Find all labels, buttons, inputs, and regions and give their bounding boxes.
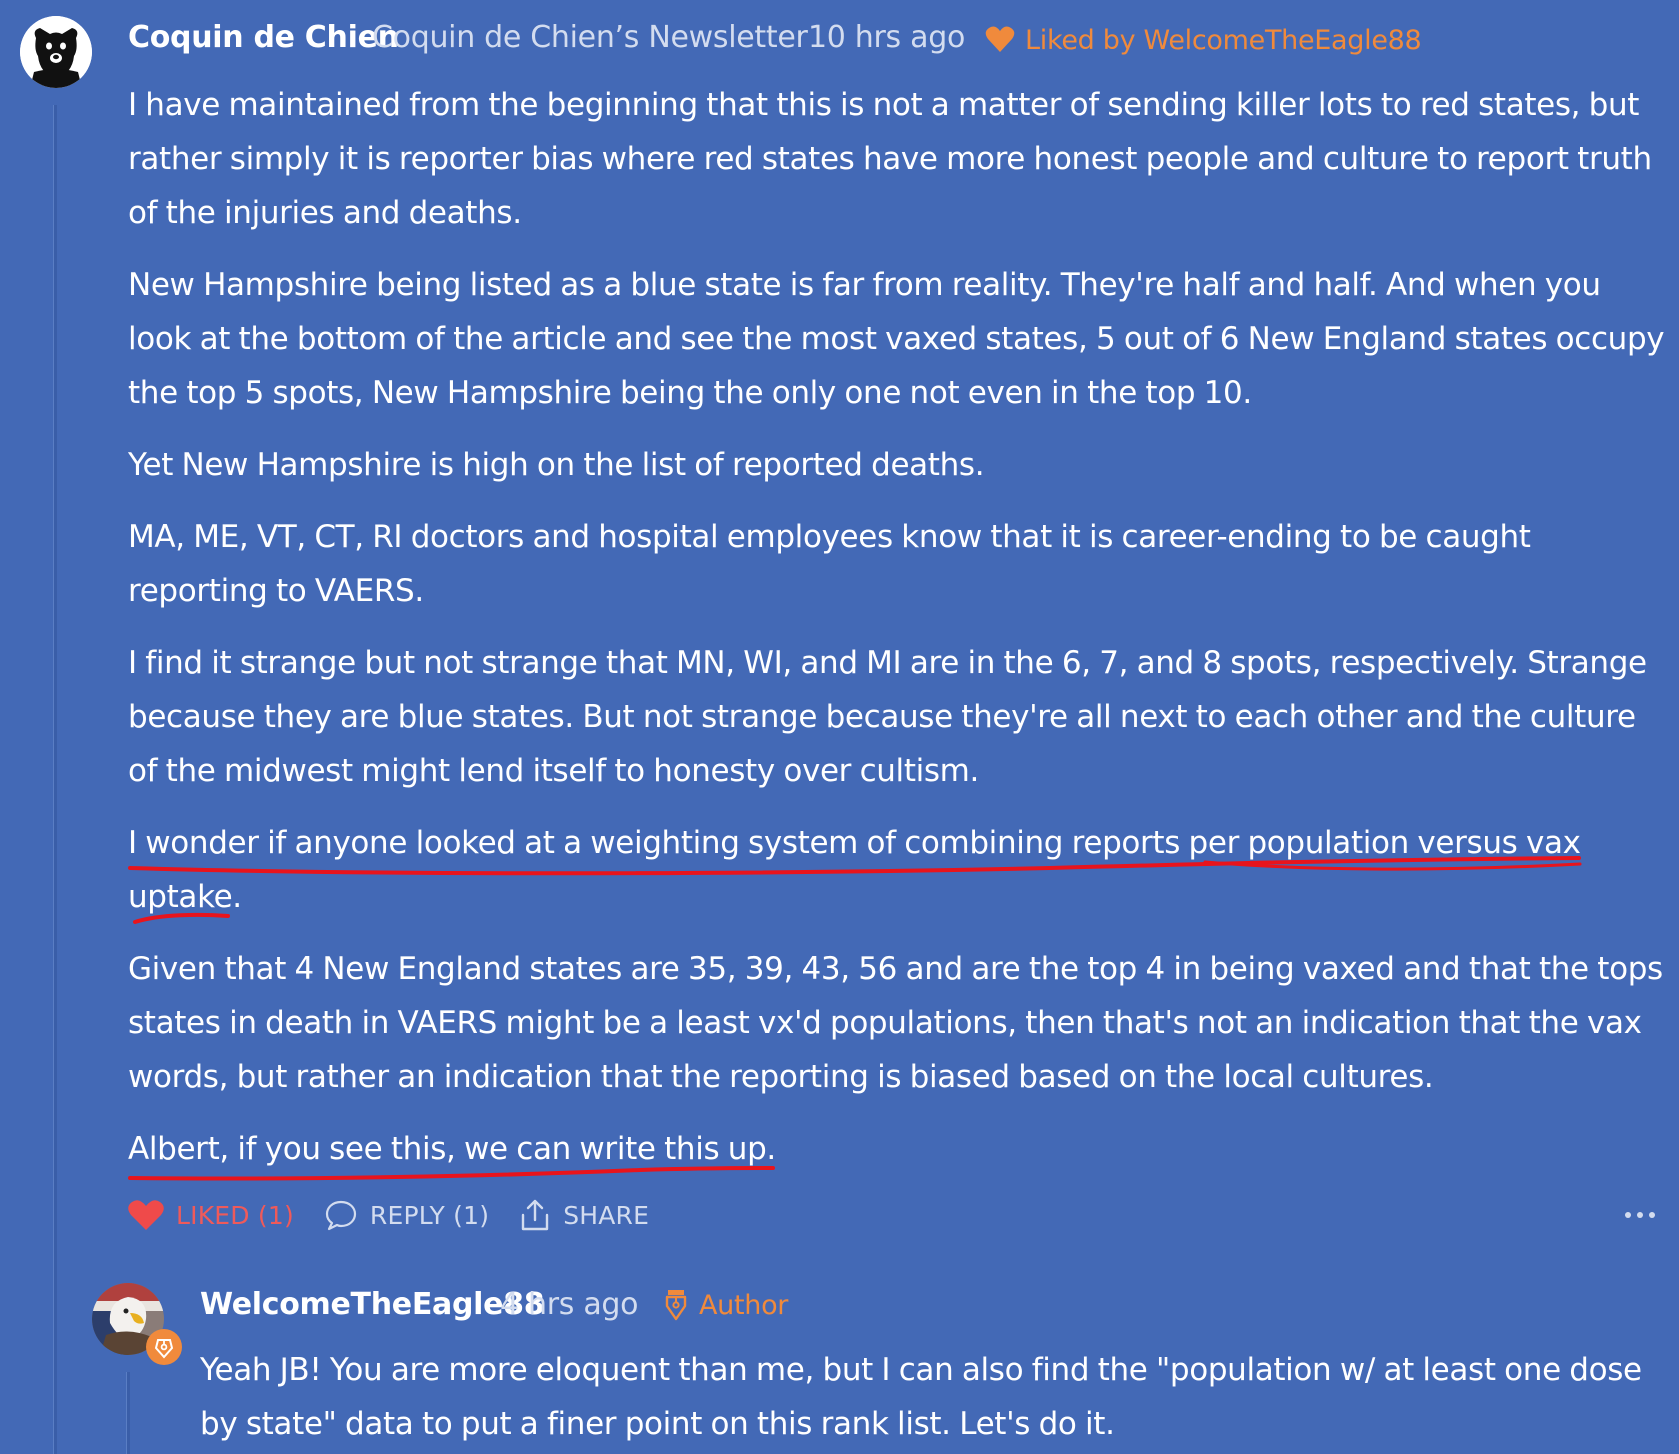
comment-timestamp[interactable]: 10 hrs ago xyxy=(808,20,965,55)
reply-label: REPLY (1) xyxy=(369,1200,490,1230)
liked-by-label: Liked by WelcomeTheEagle88 xyxy=(1025,25,1422,56)
author-pen-badge-icon xyxy=(145,1328,183,1366)
comment-paragraph: Yet New Hampshire is high on the list of… xyxy=(128,447,985,483)
reply-button[interactable]: REPLY (1) xyxy=(324,1199,489,1231)
ellipsis-icon xyxy=(1625,1212,1655,1218)
comment-paragraph: I find it strange but not strange that M… xyxy=(128,645,1647,789)
comment-thread-line[interactable] xyxy=(53,105,57,1454)
comment-paragraph: I have maintained from the beginning tha… xyxy=(128,87,1652,231)
reply-timestamp[interactable]: 4 hrs ago xyxy=(500,1287,639,1322)
avatar[interactable] xyxy=(20,16,92,88)
reply-author-name[interactable]: WelcomeTheEagle88 xyxy=(200,1287,545,1322)
share-label: SHARE xyxy=(563,1200,650,1230)
comment-paragraph: MA, ME, VT, CT, RI doctors and hospital … xyxy=(128,519,1531,609)
reply-body: Yeah JB! You are more eloquent than me, … xyxy=(200,1343,1660,1451)
share-button[interactable]: SHARE xyxy=(519,1198,649,1232)
comment-author-name[interactable]: Coquin de Chien xyxy=(128,20,399,55)
speech-bubble-icon xyxy=(325,1200,357,1231)
comment-paragraph: I wonder if anyone looked at a weighting… xyxy=(128,825,1581,915)
reply-thread-line[interactable] xyxy=(126,1372,130,1454)
comment-paragraph: Albert, if you see this, we can write th… xyxy=(128,1131,776,1167)
comment-paragraph: Given that 4 New England states are 35, … xyxy=(128,951,1663,1095)
author-badge: Author xyxy=(699,1290,789,1321)
comment-paragraph: New Hampshire being listed as a blue sta… xyxy=(128,267,1665,411)
like-button[interactable]: LIKED (1) xyxy=(128,1199,294,1231)
like-label: LIKED (1) xyxy=(176,1200,294,1230)
more-options-button[interactable] xyxy=(1622,1200,1658,1230)
comment-publication[interactable]: Coquin de Chien’s Newsletter xyxy=(372,20,808,55)
heart-filled-icon xyxy=(128,1200,164,1230)
dog-avatar-icon xyxy=(20,16,92,88)
author-pen-icon xyxy=(663,1288,689,1322)
comment-actions: LIKED (1) REPLY (1) SHARE xyxy=(128,1195,679,1235)
share-icon xyxy=(521,1199,549,1231)
heart-icon xyxy=(985,25,1015,53)
comment-body: I have maintained from the beginning tha… xyxy=(128,78,1668,1194)
reply-text: Yeah JB! You are more eloquent than me, … xyxy=(200,1352,1642,1442)
